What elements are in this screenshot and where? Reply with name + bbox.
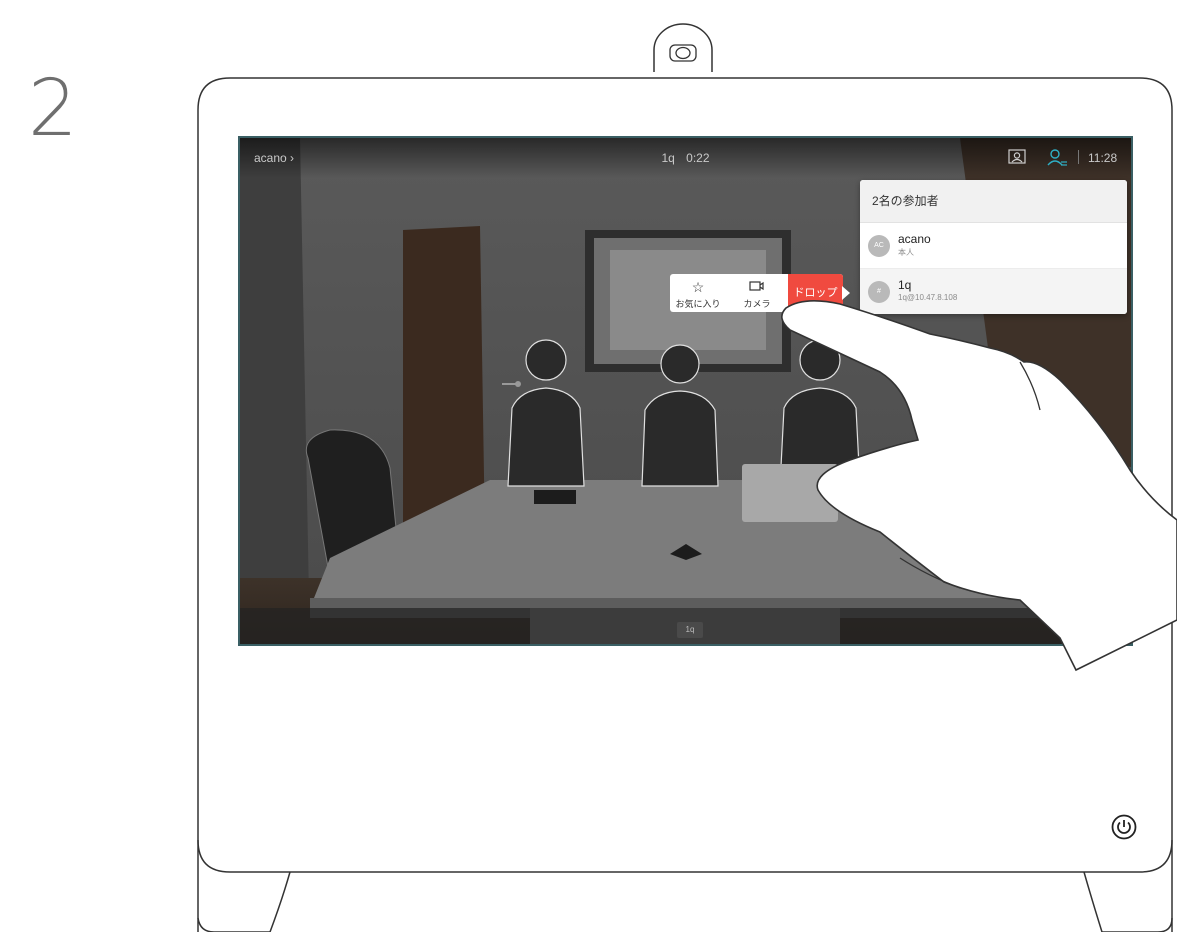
camera-housing <box>653 23 713 72</box>
camera-label: カメラ <box>743 299 771 309</box>
power-icon[interactable] <box>1111 814 1137 840</box>
video-name-tag: 1q <box>677 622 703 638</box>
call-duration: 0:22 <box>686 151 710 165</box>
camera-icon <box>728 279 786 295</box>
call-top-bar: acano › 1q 0:22 11:28 <box>240 138 1131 178</box>
popup-arrow <box>842 286 850 300</box>
avatar: # <box>868 281 890 303</box>
participant-name: acano <box>898 232 931 246</box>
star-icon: ☆ <box>691 279 705 295</box>
participants-icon[interactable] <box>1046 147 1068 167</box>
selfview-icon[interactable] <box>1006 148 1028 166</box>
participant-name: 1q <box>898 278 912 292</box>
participant-row-1q[interactable]: # 1q 1q@10.47.8.108 <box>860 269 1127 314</box>
panel-title: 2名の参加者 <box>860 180 1127 223</box>
avatar: AC <box>868 235 890 257</box>
participant-subtitle: 1q@10.47.8.108 <box>898 293 958 302</box>
participant-row-acano[interactable]: AC acano 本人 <box>860 223 1127 269</box>
participant-subtitle: 本人 <box>898 248 914 257</box>
topbar-divider <box>1078 150 1079 164</box>
call-info: 1q 0:22 <box>240 151 1131 165</box>
favorite-button[interactable]: ☆ お気に入り <box>670 274 726 312</box>
camera-button[interactable]: カメラ <box>728 274 786 312</box>
clock: 11:28 <box>1088 151 1118 165</box>
drop-button[interactable]: ドロップ <box>788 274 843 312</box>
video-screen: acano › 1q 0:22 11:28 2名の参加者 AC acano 本人 <box>238 136 1133 646</box>
participant-action-popup: ☆ お気に入り カメラ ドロップ <box>670 274 850 312</box>
favorite-label: お気に入り <box>675 299 721 309</box>
participants-panel: 2名の参加者 AC acano 本人 # 1q 1q@10.47.8.108 <box>860 180 1127 314</box>
call-name: 1q <box>661 151 675 165</box>
